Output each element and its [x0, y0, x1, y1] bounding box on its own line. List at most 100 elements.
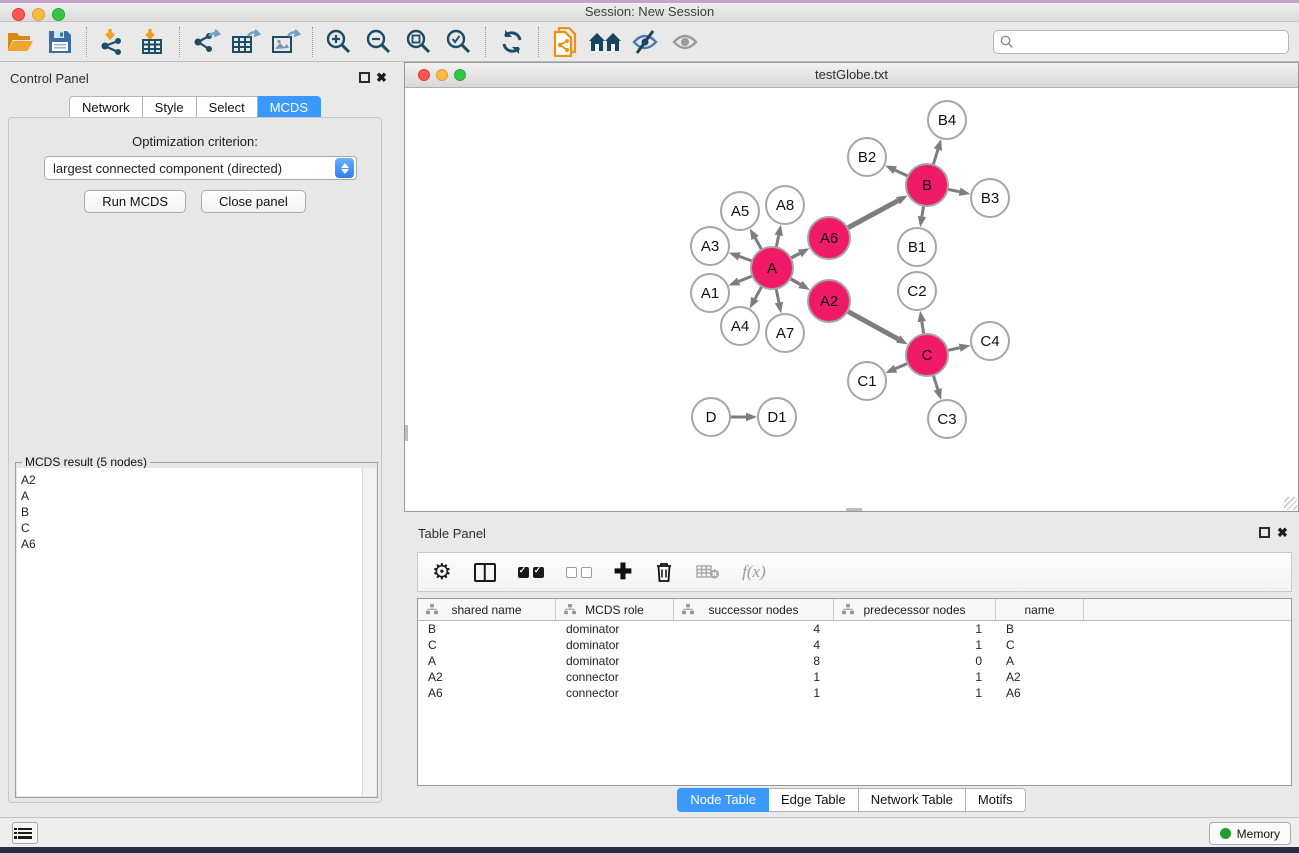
split-column-icon[interactable] [474, 563, 496, 582]
tab-network-table[interactable]: Network Table [859, 788, 966, 812]
table-row[interactable]: Bdominator41B [418, 621, 1291, 637]
table-cell[interactable]: 4 [674, 621, 834, 637]
run-mcds-button[interactable]: Run MCDS [84, 190, 186, 213]
select-all-checkboxes-icon[interactable] [518, 567, 544, 578]
table-row[interactable]: A6connector11A6 [418, 685, 1291, 701]
graph-edge[interactable] [933, 375, 937, 389]
graph-edge[interactable] [739, 276, 753, 282]
graph-edge[interactable] [948, 189, 960, 191]
list-item[interactable]: A [21, 488, 376, 504]
table-cell[interactable]: connector [556, 685, 674, 701]
table-cell[interactable]: A [418, 653, 556, 669]
show-panels-button[interactable] [12, 822, 38, 844]
network-canvas[interactable]: B4B2BB3B1A6A5A8A3AA1A4A7A2C2CC4C1C3DD1 [405, 88, 1298, 511]
graph-edge[interactable] [776, 289, 779, 303]
graph-edge[interactable] [791, 253, 800, 258]
table-cell[interactable]: dominator [556, 637, 674, 653]
zoom-selected-icon[interactable] [439, 25, 479, 59]
table-cell[interactable]: B [996, 621, 1084, 637]
scrollbar-track[interactable] [362, 468, 376, 796]
horizontal-scrollbar-thumb[interactable] [846, 508, 862, 511]
table-cell[interactable]: 0 [834, 653, 996, 669]
table-cell[interactable]: C [418, 637, 556, 653]
list-item[interactable]: A2 [21, 472, 376, 488]
graph-edge[interactable] [739, 256, 752, 261]
table-row[interactable]: Cdominator41C [418, 637, 1291, 653]
table-cell[interactable]: A6 [996, 685, 1084, 701]
table-cell[interactable]: C [996, 637, 1084, 653]
graph-edge[interactable] [895, 363, 907, 368]
close-panel-button[interactable]: Close panel [201, 190, 306, 213]
export-network-icon[interactable] [186, 25, 226, 59]
graph-edge[interactable] [790, 279, 800, 285]
graph-edge[interactable] [847, 311, 898, 339]
float-panel-icon[interactable] [359, 72, 370, 83]
function-builder-icon[interactable]: f(x) [742, 562, 766, 582]
new-network-from-selection-icon[interactable] [545, 25, 585, 59]
search-input[interactable] [1018, 35, 1288, 49]
table-cell[interactable]: B [418, 621, 556, 637]
tab-edge-table[interactable]: Edge Table [769, 788, 859, 812]
table-cell[interactable]: 1 [834, 621, 996, 637]
column-header[interactable]: MCDS role [556, 599, 674, 620]
save-icon[interactable] [40, 25, 80, 59]
graph-edge[interactable] [895, 170, 908, 176]
table-cell[interactable]: 1 [834, 637, 996, 653]
zoom-in-icon[interactable] [319, 25, 359, 59]
delete-column-icon[interactable] [654, 561, 674, 583]
import-table-icon[interactable] [133, 25, 173, 59]
table-cell[interactable]: connector [556, 669, 674, 685]
gear-icon[interactable]: ⚙ [432, 561, 452, 583]
first-neighbors-icon[interactable] [585, 25, 625, 59]
import-network-icon[interactable] [93, 25, 133, 59]
list-item[interactable]: C [21, 520, 376, 536]
tab-motifs[interactable]: Motifs [966, 788, 1026, 812]
graph-edge[interactable] [776, 235, 778, 247]
graph-edge[interactable] [933, 150, 938, 165]
table-cell[interactable]: A2 [996, 669, 1084, 685]
table-cell[interactable]: 4 [674, 637, 834, 653]
add-column-icon[interactable]: ✚ [614, 561, 632, 583]
criterion-dropdown[interactable]: largest connected component (directed) [44, 156, 357, 180]
float-panel-icon[interactable] [1259, 527, 1270, 538]
table-cell[interactable]: 1 [674, 669, 834, 685]
list-item[interactable]: A6 [21, 536, 376, 552]
table-cell[interactable]: A6 [418, 685, 556, 701]
table-cell[interactable]: A2 [418, 669, 556, 685]
zoom-fit-icon[interactable] [399, 25, 439, 59]
table-cell[interactable]: 8 [674, 653, 834, 669]
export-image-icon[interactable] [266, 25, 306, 59]
table-cell[interactable]: 1 [834, 685, 996, 701]
table-cell[interactable]: 1 [674, 685, 834, 701]
graph-edge[interactable] [847, 201, 898, 228]
graph-edge[interactable] [922, 322, 924, 335]
table-cell[interactable]: dominator [556, 621, 674, 637]
graph-edge[interactable] [755, 286, 762, 298]
column-header[interactable]: name [996, 599, 1084, 620]
column-header[interactable]: successor nodes [674, 599, 834, 620]
column-header[interactable]: shared name [418, 599, 556, 620]
graph-edge[interactable] [755, 238, 762, 250]
graph-edge[interactable] [947, 348, 959, 351]
table-row[interactable]: Adominator80A [418, 653, 1291, 669]
table-row[interactable]: A2connector11A2 [418, 669, 1291, 685]
vertical-scrollbar-thumb[interactable] [405, 425, 408, 441]
tab-node-table[interactable]: Node Table [677, 788, 769, 812]
deselect-all-checkboxes-icon[interactable] [566, 567, 592, 578]
close-panel-icon[interactable]: ✖ [1277, 525, 1288, 541]
zoom-out-icon[interactable] [359, 25, 399, 59]
open-folder-icon[interactable] [0, 25, 40, 59]
refresh-icon[interactable] [492, 25, 532, 59]
memory-button[interactable]: Memory [1209, 822, 1291, 845]
table-cell[interactable]: A [996, 653, 1084, 669]
table-cell[interactable]: dominator [556, 653, 674, 669]
column-header[interactable]: predecessor nodes [834, 599, 996, 620]
table-cell[interactable]: 1 [834, 669, 996, 685]
close-panel-icon[interactable]: ✖ [376, 70, 387, 86]
delete-table-icon[interactable] [696, 564, 720, 580]
graph-edge[interactable] [922, 206, 924, 217]
hide-selected-icon[interactable] [625, 25, 665, 59]
search-field[interactable] [993, 30, 1289, 54]
resize-grip[interactable] [1284, 497, 1297, 510]
show-all-icon[interactable] [665, 25, 705, 59]
